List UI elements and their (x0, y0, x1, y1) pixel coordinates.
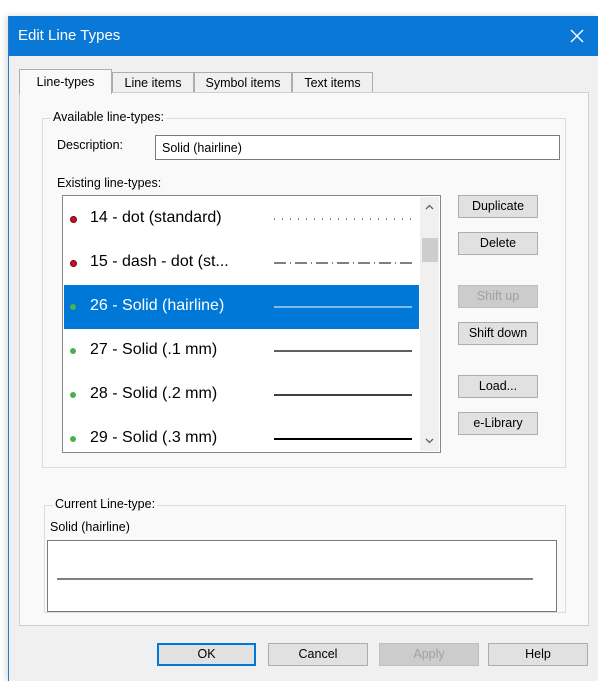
list-item[interactable]: 28 - Solid (.2 mm) (64, 373, 419, 417)
close-button[interactable] (555, 16, 598, 56)
line-preview (47, 540, 557, 612)
list-item[interactable]: 14 - dot (standard) (64, 197, 419, 241)
solid-line-icon (274, 350, 412, 352)
duplicate-button[interactable]: Duplicate (458, 195, 538, 218)
existing-line-types-label: Existing line-types: (57, 176, 162, 190)
e-library-button[interactable]: e-Library (458, 412, 538, 435)
available-line-types-legend: Available line-types: (51, 110, 166, 124)
edit-line-types-dialog: Edit Line Types Line-types Line items Sy… (8, 16, 598, 681)
close-icon (570, 29, 584, 43)
solid-line-icon (274, 438, 412, 440)
solid-line-icon (274, 306, 412, 308)
solid-line-icon (274, 394, 412, 396)
help-button[interactable]: Help (488, 643, 588, 666)
shift-down-button[interactable]: Shift down (458, 322, 538, 345)
scroll-thumb[interactable] (422, 238, 438, 262)
line-type-name: 29 - Solid (.3 mm) (90, 429, 218, 446)
list-item[interactable]: 29 - Solid (.3 mm) (64, 417, 419, 452)
current-line-type-group: Current Line-type: Solid (hairline) (44, 497, 566, 613)
dialog-title: Edit Line Types (18, 27, 121, 44)
description-field[interactable]: Solid (hairline) (155, 135, 560, 160)
available-line-types-group: Available line-types: Description: Solid… (42, 110, 566, 468)
chevron-up-icon[interactable] (424, 202, 435, 213)
tab-line-items[interactable]: Line items (112, 72, 194, 93)
status-green-icon (70, 348, 76, 354)
delete-button[interactable]: Delete (458, 232, 538, 255)
load-button[interactable]: Load... (458, 375, 538, 398)
line-type-name: 14 - dot (standard) (90, 209, 222, 226)
dash-dot-pattern-icon (274, 262, 414, 264)
line-type-name: 27 - Solid (.1 mm) (90, 341, 218, 358)
title-bar[interactable]: Edit Line Types (9, 16, 598, 56)
status-red-icon (70, 260, 77, 267)
tab-panel-line-types: Available line-types: Description: Solid… (19, 92, 589, 626)
description-label: Description: (57, 138, 123, 152)
tab-symbol-items[interactable]: Symbol items (194, 72, 292, 93)
status-green-icon (70, 436, 76, 442)
line-type-name: 15 - dash - dot (st... (90, 253, 229, 270)
current-line-type-legend: Current Line-type: (53, 497, 158, 511)
current-line-type-name: Solid (hairline) (50, 520, 130, 534)
tab-text-items[interactable]: Text items (292, 72, 373, 93)
line-types-list[interactable]: 14 - dot (standard) 15 - dash - dot (st.… (62, 195, 441, 453)
chevron-down-icon[interactable] (424, 435, 435, 446)
tab-line-types[interactable]: Line-types (19, 69, 112, 94)
apply-button[interactable]: Apply (379, 643, 479, 666)
line-type-name: 28 - Solid (.2 mm) (90, 385, 218, 402)
cancel-button[interactable]: Cancel (268, 643, 368, 666)
list-scrollbar[interactable] (420, 197, 439, 451)
list-item[interactable]: 15 - dash - dot (st... (64, 241, 419, 285)
dot-pattern-icon (274, 218, 414, 220)
list-item-selected[interactable]: 26 - Solid (hairline) (64, 285, 419, 329)
status-green-icon (70, 304, 76, 310)
list-item[interactable]: 27 - Solid (.1 mm) (64, 329, 419, 373)
line-type-name: 26 - Solid (hairline) (90, 297, 225, 314)
ok-button[interactable]: OK (157, 643, 256, 666)
preview-line-icon (57, 578, 533, 580)
status-green-icon (70, 392, 76, 398)
shift-up-button[interactable]: Shift up (458, 285, 538, 308)
status-red-icon (70, 216, 77, 223)
